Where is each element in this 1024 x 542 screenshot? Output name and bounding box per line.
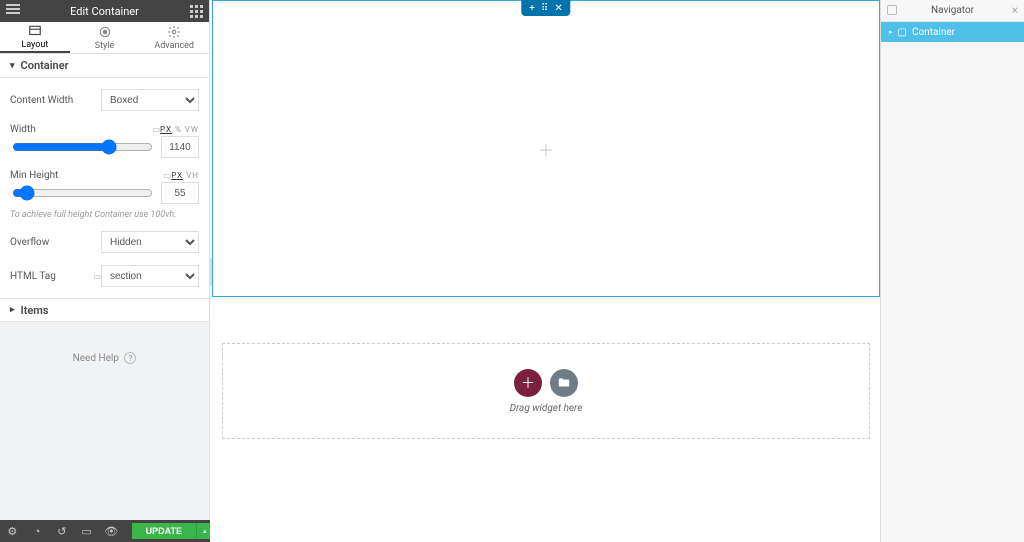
- revisions-icon[interactable]: ◔: [25, 520, 50, 542]
- add-section-area[interactable]: ＋ Drag widget here: [222, 343, 870, 439]
- section-container-body: Content Width Boxed Width ▭ PX % VW Min …: [0, 78, 209, 298]
- need-help[interactable]: Need Help ?: [0, 352, 209, 364]
- chevron-right-icon: ▸: [889, 28, 893, 36]
- width-units[interactable]: PX % VW: [160, 125, 199, 134]
- overflow-select[interactable]: Hidden: [101, 231, 199, 253]
- drag-widget-hint: Drag widget here: [510, 403, 583, 414]
- tab-advanced[interactable]: Advanced: [139, 22, 209, 53]
- section-container-label: Container: [21, 59, 69, 72]
- update-button[interactable]: UPDATE: [132, 523, 196, 539]
- navigator-item-container[interactable]: ▸ ▢ Container: [881, 22, 1024, 42]
- tab-layout-label: Layout: [21, 40, 48, 50]
- section-items-label: Items: [21, 304, 49, 317]
- min-height-hint: To achieve full height Container use 100…: [10, 210, 199, 220]
- settings-icon[interactable]: ⚙: [0, 520, 25, 542]
- layout-icon: [28, 24, 42, 38]
- style-icon: [98, 25, 112, 39]
- responsive-icon[interactable]: ▭: [93, 272, 101, 281]
- content-width-label: Content Width: [10, 95, 101, 106]
- folder-icon: [557, 376, 571, 390]
- add-inside-icon[interactable]: ＋: [538, 137, 554, 161]
- widgets-grid-icon[interactable]: [190, 5, 203, 18]
- history-icon[interactable]: ↺: [49, 520, 74, 542]
- menu-icon[interactable]: [6, 4, 20, 14]
- navigator-item-label: Container: [912, 27, 955, 38]
- min-height-units[interactable]: PX VH: [171, 171, 199, 180]
- responsive-icon[interactable]: ▭: [164, 171, 172, 180]
- width-input[interactable]: [161, 136, 199, 158]
- html-tag-label: HTML Tag: [10, 271, 89, 282]
- tab-style[interactable]: Style: [70, 22, 140, 53]
- min-height-slider[interactable]: [12, 187, 153, 199]
- chevron-right-icon: ▸: [10, 305, 15, 315]
- panel-title: Edit Container: [70, 5, 139, 18]
- container-outline-icon: ▢: [898, 27, 907, 38]
- tab-style-label: Style: [95, 41, 115, 51]
- navigator-close-icon[interactable]: ×: [1012, 3, 1018, 17]
- navigator-header: Navigator ×: [881, 0, 1024, 22]
- update-options-button[interactable]: ▴: [196, 523, 210, 539]
- container-handle[interactable]: + ⠿ ✕: [521, 0, 570, 16]
- responsive-icon[interactable]: ▭: [152, 125, 160, 134]
- navigator-dock-icon[interactable]: [887, 5, 897, 15]
- need-help-label: Need Help: [73, 353, 119, 364]
- canvas: + ⠿ ✕ ＋ ＋ Drag widget here: [212, 0, 880, 542]
- panel-header: Edit Container: [0, 0, 209, 22]
- content-width-select[interactable]: Boxed: [101, 89, 199, 111]
- preview-icon[interactable]: 👁: [99, 520, 124, 542]
- overflow-label: Overflow: [10, 237, 101, 248]
- add-icon[interactable]: +: [529, 3, 535, 14]
- gear-icon: [167, 25, 181, 39]
- tab-advanced-label: Advanced: [154, 41, 194, 51]
- navigator-title: Navigator: [931, 5, 974, 16]
- container-element[interactable]: + ⠿ ✕ ＋: [212, 0, 880, 297]
- help-icon: ?: [124, 352, 136, 364]
- template-library-button[interactable]: [550, 369, 578, 397]
- tab-layout[interactable]: Layout: [0, 22, 70, 53]
- section-items-header[interactable]: ▸ Items: [0, 298, 209, 322]
- responsive-mode-icon[interactable]: ▭: [74, 520, 99, 542]
- add-section-button[interactable]: ＋: [514, 369, 542, 397]
- editor-panel: Edit Container Layout Style Advanced ▾ C…: [0, 0, 210, 542]
- width-slider[interactable]: [12, 141, 153, 153]
- chevron-down-icon: ▾: [10, 61, 15, 71]
- section-container-header[interactable]: ▾ Container: [0, 54, 209, 78]
- navigator-panel: Navigator × ▸ ▢ Container: [880, 0, 1024, 542]
- tabs: Layout Style Advanced: [0, 22, 209, 54]
- panel-footer: ⚙ ◔ ↺ ▭ 👁 UPDATE ▴: [0, 520, 210, 542]
- min-height-label: Min Height: [10, 170, 160, 181]
- html-tag-select[interactable]: section: [101, 265, 199, 287]
- width-label: Width: [10, 124, 148, 135]
- min-height-input[interactable]: [161, 182, 199, 204]
- close-icon[interactable]: ✕: [554, 3, 562, 14]
- drag-icon[interactable]: ⠿: [541, 3, 548, 14]
